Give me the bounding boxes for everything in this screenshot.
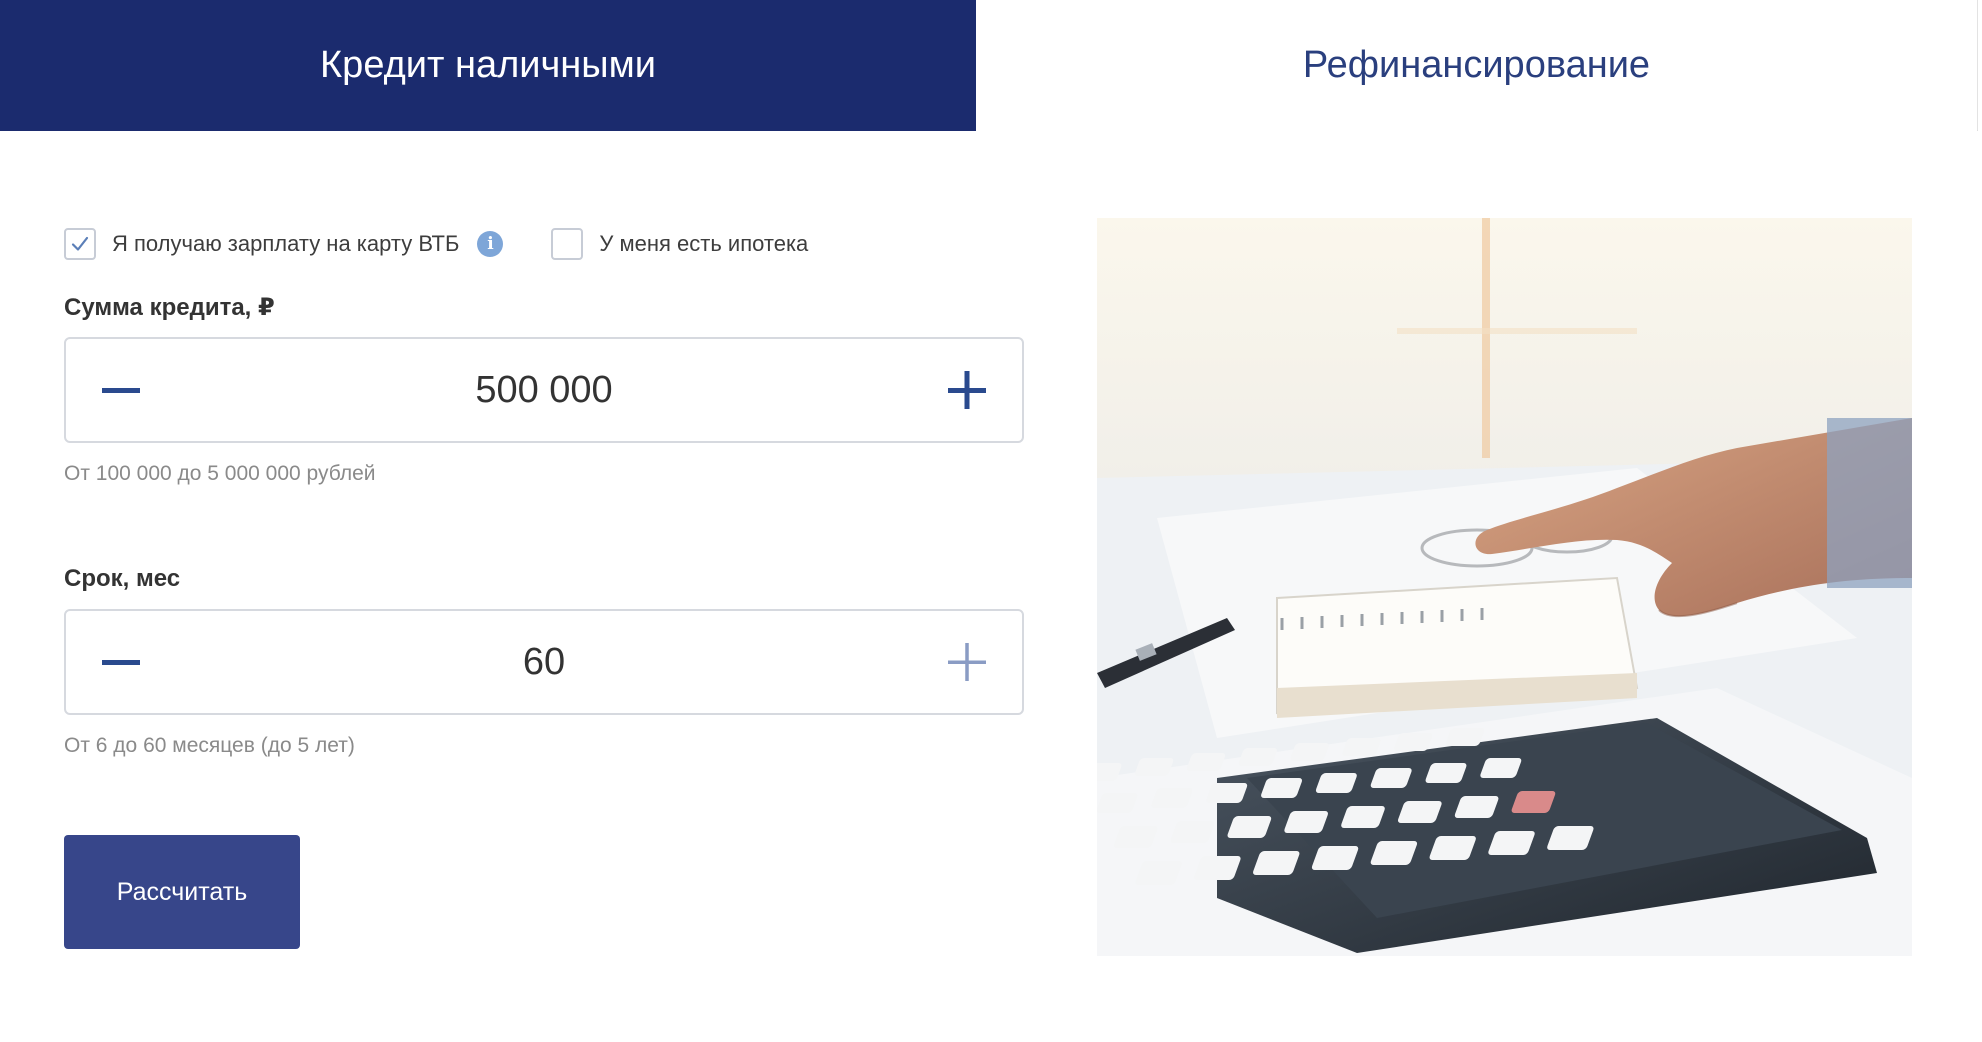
mortgage-label: У меня есть ипотека <box>599 231 809 256</box>
mortgage-checkbox[interactable] <box>551 228 584 260</box>
plus-icon <box>948 643 986 681</box>
amount-label: Сумма кредита, ₽ <box>64 294 275 321</box>
minus-icon <box>102 660 140 665</box>
salary-card-checkbox[interactable] <box>64 228 96 260</box>
plus-icon <box>948 371 986 409</box>
term-input[interactable]: 60 <box>176 641 912 684</box>
amount-input[interactable]: 500 000 <box>176 369 912 412</box>
term-hint: От 6 до 60 месяцев (до 5 лет) <box>64 734 355 757</box>
tab-cash-credit[interactable]: Кредит наличными <box>0 0 976 131</box>
product-tabs: Кредит наличными Рефинансирование <box>0 0 1978 131</box>
amount-decrease-button[interactable] <box>66 339 176 441</box>
calculator-photo <box>1097 218 1912 956</box>
term-stepper: 60 <box>64 609 1024 715</box>
amount-increase-button[interactable] <box>912 339 1022 441</box>
amount-stepper: 500 000 <box>64 337 1024 443</box>
tab-refinancing[interactable]: Рефинансирование <box>976 0 1977 131</box>
calculator-illustration <box>1097 218 1912 956</box>
term-increase-button[interactable] <box>912 611 1022 713</box>
term-decrease-button[interactable] <box>66 611 176 713</box>
check-icon <box>71 236 89 251</box>
salary-card-label: Я получаю зарплату на карту ВТБ <box>112 231 460 256</box>
loan-calculator: Кредит наличными Рефинансирование Я полу… <box>0 0 1982 1042</box>
info-icon[interactable]: i <box>477 231 504 257</box>
options-row: Я получаю зарплату на карту ВТБ i У меня… <box>64 228 808 260</box>
term-label: Срок, мес <box>64 565 181 592</box>
minus-icon <box>102 388 140 393</box>
calculate-button[interactable]: Рассчитать <box>64 835 300 949</box>
amount-hint: От 100 000 до 5 000 000 рублей <box>64 462 376 485</box>
